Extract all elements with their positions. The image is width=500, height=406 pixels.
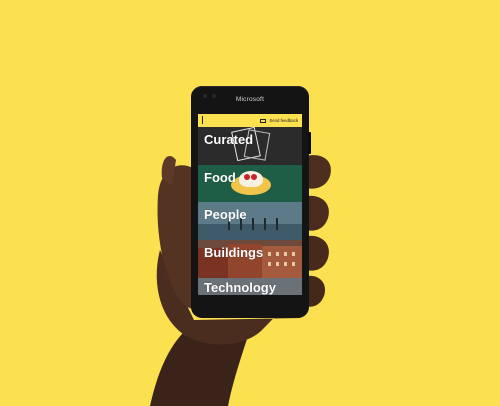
window-graphic — [276, 252, 279, 256]
category-label: People — [204, 207, 247, 222]
category-label: Food — [204, 170, 236, 185]
send-feedback-button[interactable]: Send feedback — [260, 117, 298, 124]
app-top-bar: Send feedback — [198, 114, 302, 127]
berry-graphic — [251, 174, 257, 180]
category-label: Technology — [204, 280, 276, 295]
window-graphic — [276, 262, 279, 266]
mail-icon — [260, 118, 267, 123]
category-tile-food[interactable]: Food — [198, 165, 302, 202]
power-button — [308, 132, 311, 154]
phone-device: Microsoft Send feedback Curated Food Peo… — [191, 86, 311, 318]
product-photo: Microsoft Send feedback Curated Food Peo… — [0, 0, 500, 406]
app-logo — [202, 116, 203, 124]
window-graphic — [292, 262, 295, 266]
phone-brand-label: Microsoft — [235, 96, 265, 103]
category-tile-curated[interactable]: Curated — [198, 127, 302, 165]
window-graphic — [268, 252, 271, 256]
category-tile-people[interactable]: People — [198, 202, 302, 240]
category-label: Buildings — [204, 245, 264, 260]
category-label: Curated — [204, 132, 254, 147]
pier-post-graphic — [264, 218, 266, 230]
window-graphic — [284, 262, 287, 266]
berry-graphic — [244, 174, 250, 180]
pier-post-graphic — [252, 218, 254, 230]
window-graphic — [268, 262, 271, 266]
category-tile-buildings[interactable]: Buildings — [198, 240, 302, 278]
phone-screen: Send feedback Curated Food People Buildi… — [198, 114, 302, 295]
window-graphic — [292, 252, 295, 256]
window-graphic — [284, 252, 287, 256]
category-tile-technology[interactable]: Technology — [198, 278, 302, 295]
water-graphic — [198, 224, 302, 240]
send-feedback-label: Send feedback — [269, 118, 298, 123]
pier-post-graphic — [276, 218, 278, 230]
